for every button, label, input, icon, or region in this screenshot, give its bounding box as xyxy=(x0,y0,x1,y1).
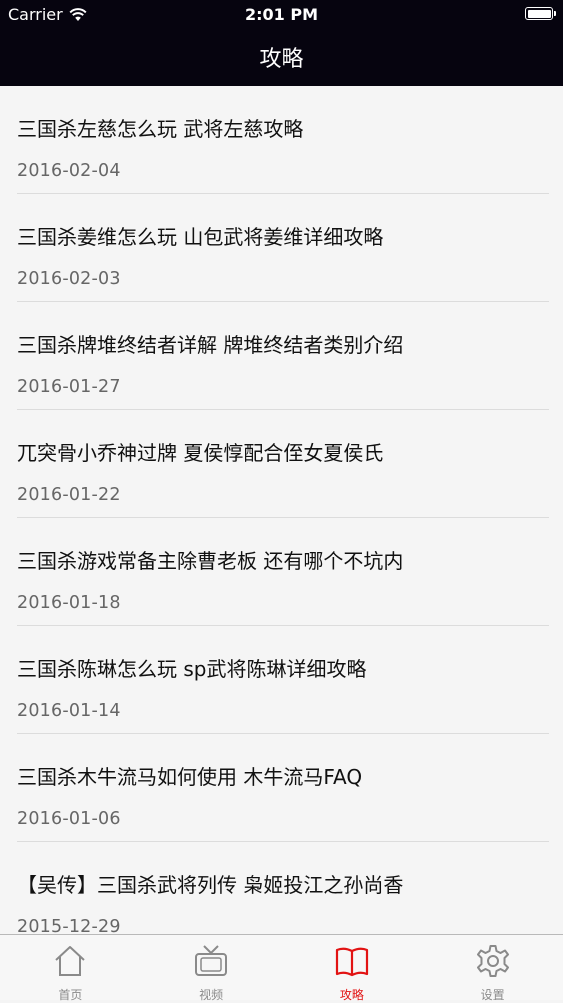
article-date: 2016-01-27 xyxy=(17,377,121,397)
tab-guide[interactable]: 攻略 xyxy=(282,935,423,1002)
gear-icon xyxy=(475,935,511,983)
battery-icon xyxy=(525,7,556,20)
article-title: 兀突骨小乔神过牌 夏侯惇配合侄女夏侯氏 xyxy=(17,441,384,465)
battery-level xyxy=(527,9,551,18)
article-date: 2015-12-29 xyxy=(17,917,121,934)
article-list[interactable]: 三国杀左慈怎么玩 武将左慈攻略 2016-02-04 三国杀姜维怎么玩 山包武将姜维… xyxy=(0,86,563,934)
tab-label: 视频 xyxy=(199,988,224,1002)
article-title: 三国杀陈琳怎么玩 sp武将陈琳详细攻略 xyxy=(17,657,367,681)
article-title: 三国杀姜维怎么玩 山包武将姜维详细攻略 xyxy=(17,225,384,249)
article-date: 2016-01-14 xyxy=(17,701,121,721)
tab-bar: 首页 视频 攻略 设置 xyxy=(0,934,563,1002)
list-item[interactable]: 三国杀游戏常备主除曹老板 还有哪个不坑内 2016-01-18 xyxy=(0,518,563,626)
article-date: 2016-01-22 xyxy=(17,485,121,505)
article-title: 三国杀木牛流马如何使用 木牛流马FAQ xyxy=(17,765,363,789)
list-item[interactable]: 三国杀木牛流马如何使用 木牛流马FAQ 2016-01-06 xyxy=(0,734,563,842)
tab-label: 首页 xyxy=(58,988,83,1002)
tab-label: 设置 xyxy=(480,988,505,1002)
tv-icon xyxy=(193,935,229,983)
article-title: 三国杀左慈怎么玩 武将左慈攻略 xyxy=(17,117,304,141)
tab-video[interactable]: 视频 xyxy=(141,935,282,1002)
tab-label: 攻略 xyxy=(339,988,364,1002)
article-title: 三国杀牌堆终结者详解 牌堆终结者类别介绍 xyxy=(17,333,404,357)
tab-settings[interactable]: 设置 xyxy=(422,935,563,1002)
list-item[interactable]: 兀突骨小乔神过牌 夏侯惇配合侄女夏侯氏 2016-01-22 xyxy=(0,410,563,518)
article-date: 2016-02-04 xyxy=(17,161,121,181)
article-date: 2016-01-18 xyxy=(17,593,121,613)
status-bar: Carrier 2:01 PM xyxy=(0,0,563,30)
page-title: 攻略 xyxy=(259,47,304,72)
article-title: 【吴传】三国杀武将列传 枭姬投江之孙尚香 xyxy=(17,873,404,897)
home-icon xyxy=(52,935,88,983)
status-time: 2:01 PM xyxy=(244,5,318,24)
list-item[interactable]: 三国杀左慈怎么玩 武将左慈攻略 2016-02-04 xyxy=(0,86,563,194)
article-date: 2016-02-03 xyxy=(17,269,121,289)
list-item[interactable]: 三国杀姜维怎么玩 山包武将姜维详细攻略 2016-02-03 xyxy=(0,194,563,302)
list-item[interactable]: 三国杀陈琳怎么玩 sp武将陈琳详细攻略 2016-01-14 xyxy=(0,626,563,734)
tab-home[interactable]: 首页 xyxy=(0,935,141,1002)
list-item[interactable]: 三国杀牌堆终结者详解 牌堆终结者类别介绍 2016-01-27 xyxy=(0,302,563,410)
article-date: 2016-01-06 xyxy=(17,809,121,829)
article-title: 三国杀游戏常备主除曹老板 还有哪个不坑内 xyxy=(17,549,404,573)
book-icon xyxy=(334,935,370,983)
top-bar: Carrier 2:01 PM 攻略 xyxy=(0,0,563,86)
list-item[interactable]: 【吴传】三国杀武将列传 枭姬投江之孙尚香 2015-12-29 xyxy=(0,842,563,934)
